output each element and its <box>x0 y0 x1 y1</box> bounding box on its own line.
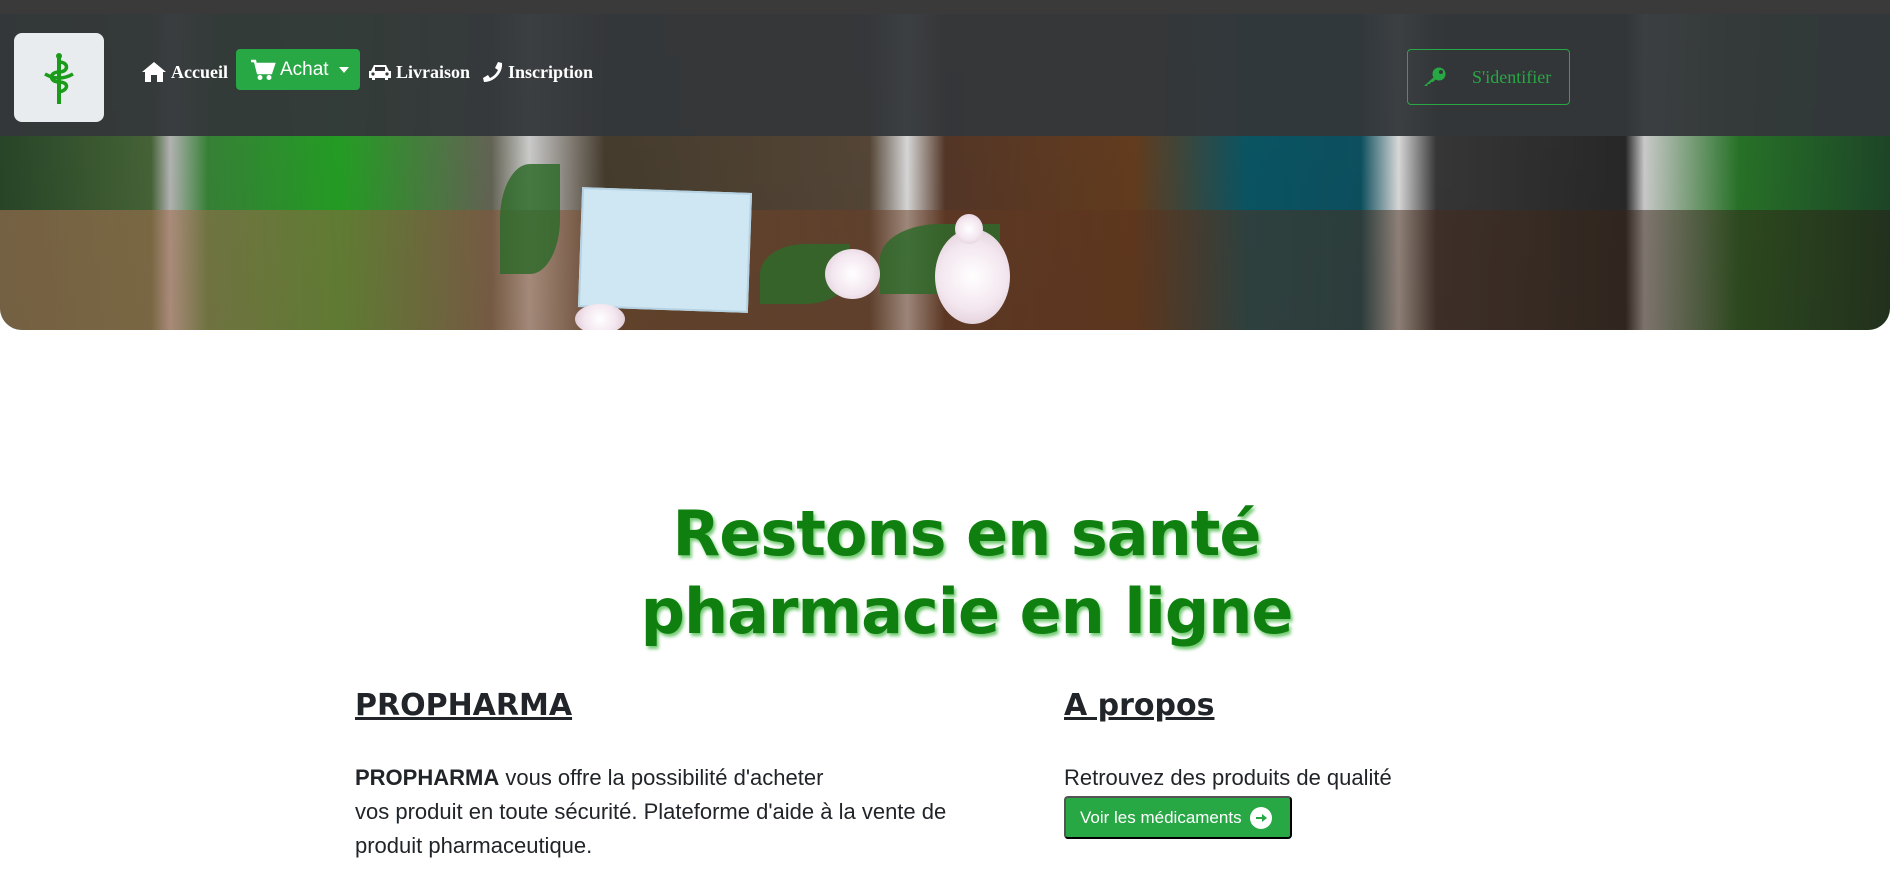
navbar: Accueil Achat Livraison Inscription S'id… <box>0 14 1890 136</box>
hero-headline: Restons en santé pharmacie en ligne <box>0 495 1890 651</box>
login-label: S'identifier <box>1472 66 1552 87</box>
arrow-circle-right-icon <box>1249 806 1272 829</box>
propharma-description: PROPHARMA vous offre la possibilité d'ac… <box>355 761 946 863</box>
hero-flower <box>575 304 625 330</box>
phone-icon <box>483 62 503 82</box>
nav-livraison[interactable]: Livraison <box>368 54 470 90</box>
nav-achat-dropdown[interactable]: Achat <box>236 49 360 90</box>
propharma-line-2: vos produit en toute sécurité. Plateform… <box>355 799 947 824</box>
headline-line-1: Restons en santé <box>672 497 1262 570</box>
propharma-line-1: PROPHARMA vous offre la possibilité d'ac… <box>355 761 946 795</box>
hero-flower <box>955 214 983 244</box>
login-button[interactable]: S'identifier <box>1407 49 1570 105</box>
home-icon <box>142 62 166 82</box>
nav-accueil-label: Accueil <box>171 61 228 82</box>
propharma-brand: PROPHARMA <box>355 765 500 790</box>
car-icon <box>369 65 391 80</box>
cart-icon <box>251 59 276 80</box>
propharma-line-1-rest: vous offre la possibilité d'acheter <box>499 765 824 790</box>
apropos-title: A propos <box>1064 688 1215 723</box>
nav-inscription-label: Inscription <box>508 61 594 82</box>
hero-sign-photo <box>577 187 753 313</box>
pharmacy-logo-icon <box>44 52 74 104</box>
propharma-title: PROPHARMA <box>355 688 573 723</box>
nav-inscription[interactable]: Inscription <box>482 54 593 90</box>
voir-medicaments-label: Voir les médicaments <box>1080 807 1242 827</box>
propharma-line-3: produit pharmaceutique. <box>355 833 593 858</box>
headline-line-2: pharmacie en ligne <box>640 575 1294 648</box>
key-icon <box>1424 67 1446 86</box>
voir-medicaments-button[interactable]: Voir les médicaments <box>1064 796 1292 839</box>
nav-accueil[interactable]: Accueil <box>141 54 228 90</box>
chevron-down-icon <box>338 66 349 73</box>
nav-livraison-label: Livraison <box>396 61 471 82</box>
nav-achat-label: Achat <box>280 58 329 80</box>
hero-leaf <box>500 164 560 274</box>
brand-logo-link[interactable] <box>14 33 104 122</box>
hero-flower <box>825 249 880 299</box>
apropos-text: Retrouvez des produits de qualité <box>1064 765 1392 790</box>
